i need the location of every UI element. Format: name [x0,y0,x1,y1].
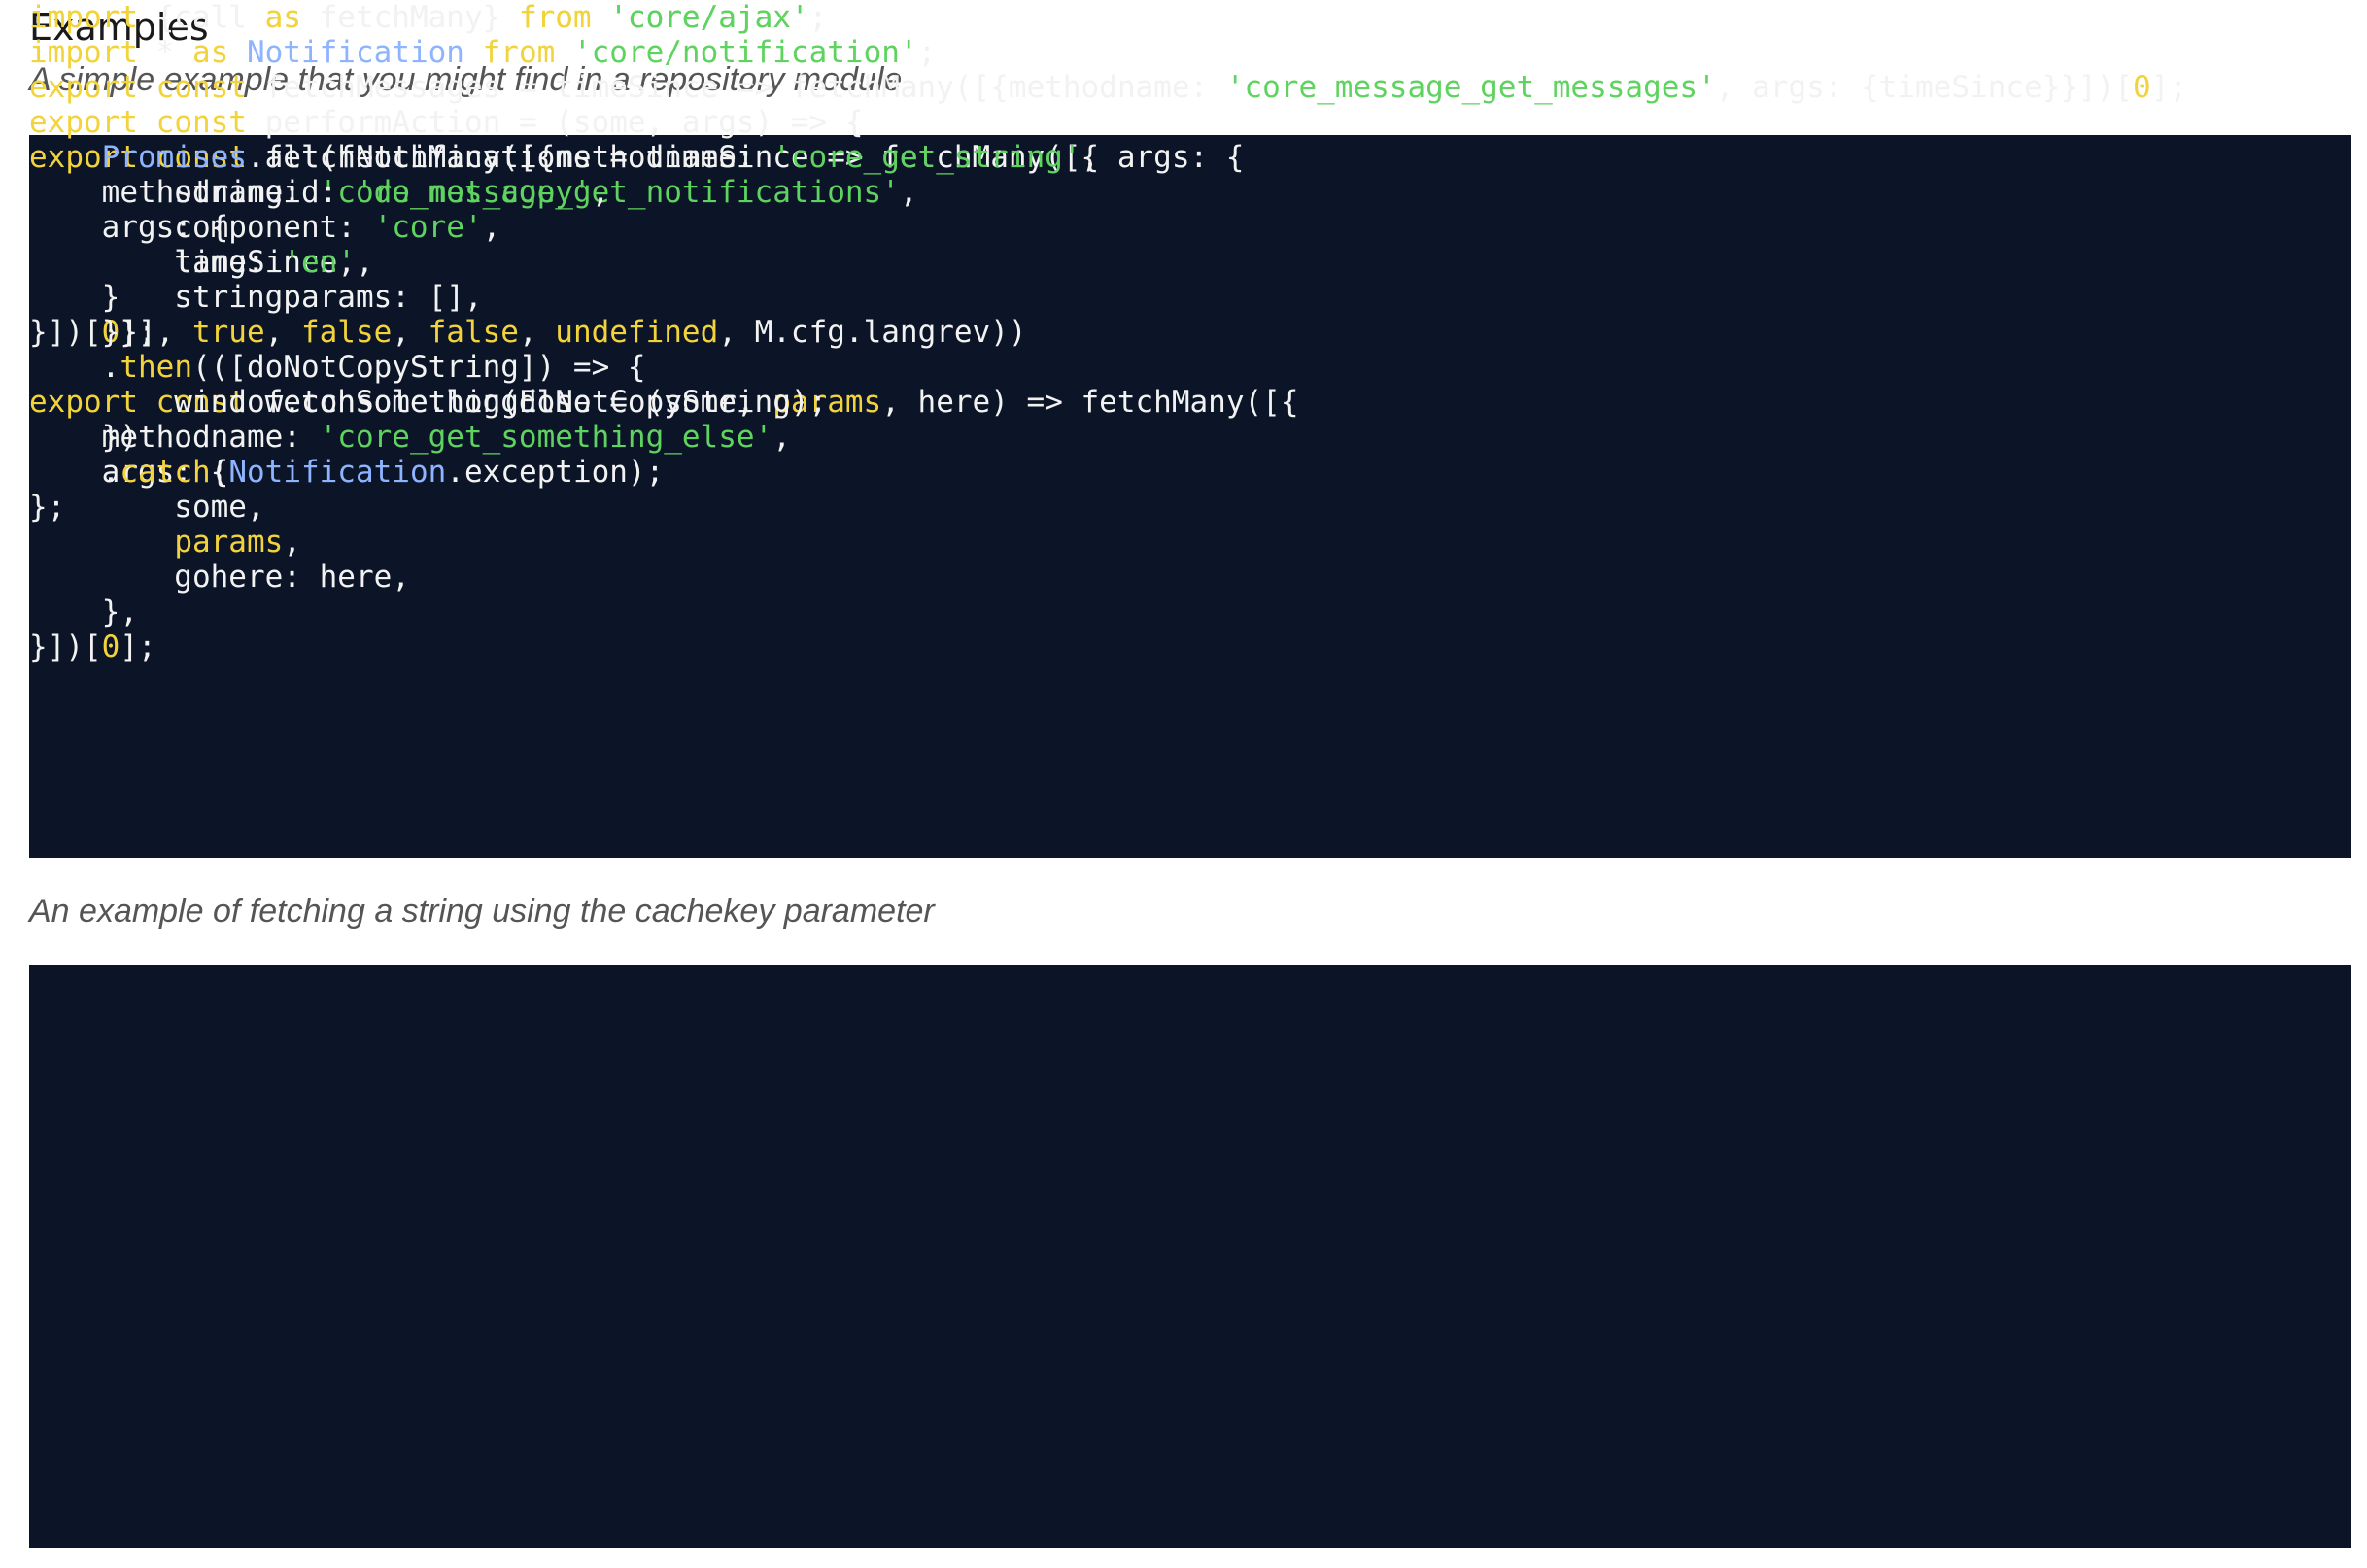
code-token: ( [210,455,229,490]
code-line: export const performAction = (some, args… [29,105,1244,140]
code-token: stringid: [29,175,356,210]
code-token: ]; [120,630,156,665]
code-token: . [29,455,120,490]
code-token: ; [917,35,937,70]
example-2-caption: An example of fetching a string using th… [29,893,935,930]
code-line: .then(([doNotCopyString]) => { [29,350,1244,385]
code-line: import * as Notification from 'core/noti… [29,35,1244,70]
code-token: Notification [246,35,464,70]
code-line: stringid: 'do_not_copy', [29,175,1244,210]
code-token: Notification [228,455,447,490]
code-token: .all(fetchMany([{methodname: [246,140,773,175]
code-token: }) [29,420,138,455]
code-token: 'core_message_get_messages' [1225,70,1716,105]
code-token: as [264,0,301,35]
code-token: }])[ [29,630,102,665]
documentation-page: Examples A simple example that you might… [0,0,2367,1568]
code-token: 0 [101,630,120,665]
code-token: , [591,175,610,210]
code-line: lang: 'en', [29,245,1244,280]
example-2-code-block[interactable] [29,965,2351,1548]
code-token: 'core/notification' [572,35,918,70]
code-token: from [518,0,592,35]
code-token: 'do_not_copy' [355,175,592,210]
code-token: 'core/ajax' [609,0,809,35]
code-token: const [155,105,247,140]
code-token: ]; [2150,70,2188,105]
code-line: }}], true, false, false, undefined, M.cf… [29,315,1244,350]
code-token: ; [808,0,828,35]
code-line: import {call as fetchMany} from 'core/aj… [29,0,1244,35]
code-token: lang: [29,245,284,280]
code-token: , args: { [1081,140,1245,175]
code-token: component: [29,210,374,245]
code-token: }}], [29,315,192,350]
code-token: , [283,525,301,560]
code-token: (([doNotCopyString]) => { [191,350,646,385]
code-token: false [428,315,519,350]
code-token: , [355,245,374,280]
code-token: from [482,35,556,70]
code-line: }])[0]; [29,630,2187,665]
code-token: Promises [101,140,247,175]
code-token: window.console.log(doNotCopyString); [29,385,828,420]
example-2-code[interactable]: import {call as fetchMany} from 'core/aj… [29,0,1244,525]
code-line: Promises.all(fetchMany([{methodname: 'co… [29,140,1245,175]
code-token: . [29,350,120,385]
code-token: params [174,525,284,560]
code-token: fetchMany} [300,0,519,35]
code-token: export [29,105,138,140]
code-token: import [29,0,138,35]
code-token: 0 [2133,70,2151,105]
code-token: performAction = (some, args) => { [246,105,864,140]
code-token: 'en' [283,245,356,280]
code-token: }, [29,595,138,630]
code-token: , [392,315,429,350]
code-token: , args: {timeSince}}])[ [1715,70,2134,105]
code-token: undefined [555,315,719,350]
code-token: 'core' [373,210,483,245]
code-token: .exception); [446,455,665,490]
code-line: params, [29,525,2187,560]
code-token: , [482,210,501,245]
code-line: }, [29,595,2187,630]
code-line: .catch(Notification.exception); [29,455,1244,490]
code-token: false [300,315,393,350]
code-token: , [264,315,301,350]
code-token: {call [137,0,265,35]
code-token: stringparams: [], [29,280,483,315]
code-line: window.console.log(doNotCopyString); [29,385,1244,420]
code-line: }) [29,420,1244,455]
code-token: catch [120,455,211,490]
code-token: true [191,315,265,350]
code-line: }; [29,490,1244,525]
code-line: gohere: here, [29,560,2187,595]
code-token: * [137,35,192,70]
code-token: }; [29,490,66,525]
code-token: , M.cfg.langrev)) [718,315,1027,350]
code-line: component: 'core', [29,210,1244,245]
code-token: import [29,35,138,70]
code-token: gohere: here, [29,560,410,595]
code-token: 'core_get_string' [772,140,1081,175]
code-token: as [191,35,229,70]
code-line: stringparams: [], [29,280,1244,315]
code-token: then [120,350,192,385]
code-token: , [518,315,556,350]
